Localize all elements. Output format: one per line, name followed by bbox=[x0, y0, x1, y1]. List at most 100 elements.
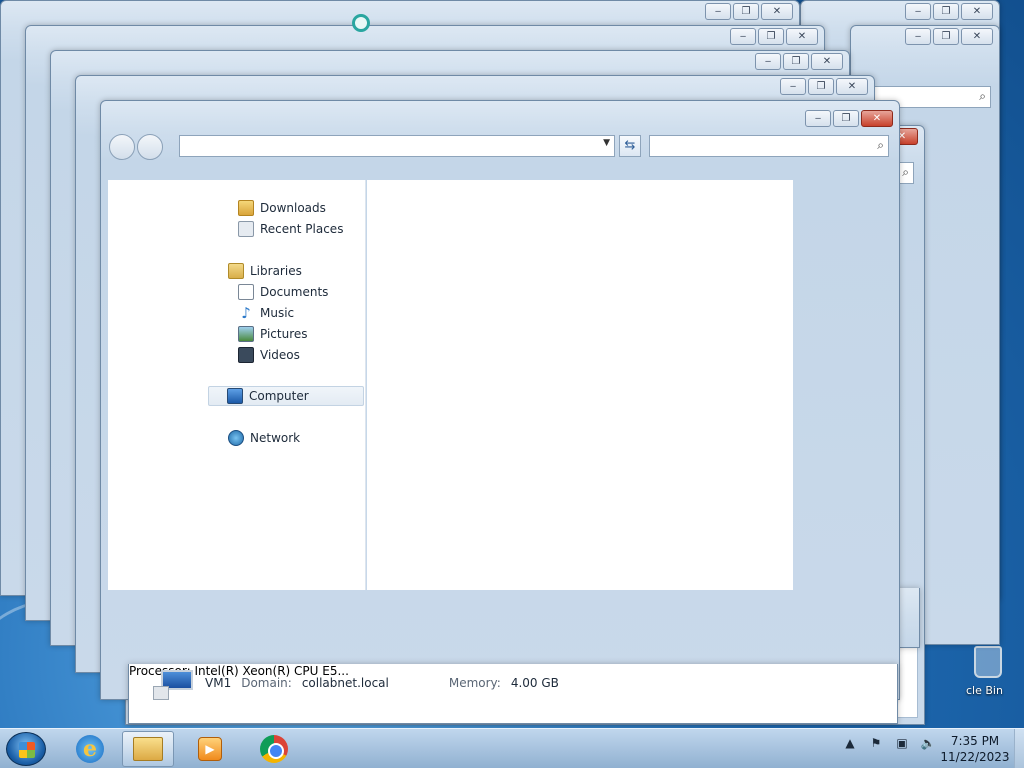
window-controls: ‒ ❐ ✕ bbox=[705, 3, 793, 20]
network-status-icon[interactable]: ▣ bbox=[894, 735, 910, 751]
pictures-icon bbox=[238, 326, 254, 342]
domain-label: Domain: bbox=[241, 676, 292, 690]
show-desktop-button[interactable] bbox=[1014, 729, 1024, 768]
nav-item-videos[interactable]: Videos bbox=[238, 345, 300, 365]
internet-explorer-icon: e bbox=[76, 735, 104, 763]
nav-item-pictures[interactable]: Pictures bbox=[238, 324, 308, 344]
back-button[interactable] bbox=[109, 134, 135, 160]
desktop: cle Bin ‒ ❐ ✕ ‒ ❐ ✕ ‒ ❐ ✕ ‒ ❐ ✕ ⌕ ‒ ❐ ✕ … bbox=[0, 0, 1024, 728]
network-icon bbox=[228, 430, 244, 446]
window-controls: ‒ ❐ ✕ bbox=[905, 3, 993, 20]
close-button[interactable]: ✕ bbox=[961, 3, 993, 20]
maximize-button[interactable]: ❐ bbox=[933, 28, 959, 45]
address-bar[interactable]: ▼ bbox=[179, 135, 615, 157]
maximize-button[interactable]: ❐ bbox=[808, 78, 834, 95]
nav-item-recent-places[interactable]: Recent Places bbox=[238, 219, 343, 239]
nav-item-documents[interactable]: Documents bbox=[238, 282, 328, 302]
taskbar-chrome[interactable] bbox=[248, 731, 300, 767]
recent-places-icon bbox=[238, 221, 254, 237]
computer-name: VM1 bbox=[205, 676, 232, 690]
minimize-button[interactable]: ‒ bbox=[905, 3, 931, 20]
forward-button[interactable] bbox=[137, 134, 163, 160]
start-button[interactable] bbox=[6, 732, 46, 766]
recycle-bin-icon bbox=[974, 646, 1002, 678]
memory-value: 4.00 GB bbox=[510, 676, 559, 690]
taskbar: e ▶ ▲ ⚑ ▣ 🔈 7:35 PM 11/22/2023 bbox=[0, 728, 1024, 768]
windows-logo-icon bbox=[19, 742, 35, 758]
window-controls: ‒ ❐ ✕ bbox=[755, 53, 843, 70]
minimize-button[interactable]: ‒ bbox=[780, 78, 806, 95]
libraries-icon bbox=[228, 263, 244, 279]
recycle-bin-label: cle Bin bbox=[966, 684, 1003, 697]
minimize-button[interactable]: ‒ bbox=[730, 28, 756, 45]
clock[interactable]: 7:35 PM 11/22/2023 bbox=[940, 733, 1010, 765]
details-strip-lower: VM1 Domain: collabnet.local Memory: 4.00… bbox=[128, 664, 898, 724]
maximize-button[interactable]: ❐ bbox=[783, 53, 809, 70]
recycle-bin[interactable]: cle Bin bbox=[960, 640, 1024, 710]
media-player-icon: ▶ bbox=[198, 737, 222, 761]
nav-item-label: Computer bbox=[249, 389, 309, 403]
clock-date: 11/22/2023 bbox=[940, 750, 1010, 764]
nav-item-label: Network bbox=[250, 431, 301, 445]
search-icon: ⌕ bbox=[877, 138, 884, 152]
memory-label: Memory: bbox=[448, 676, 501, 690]
windows-explorer-icon bbox=[133, 737, 163, 761]
window-controls: ‒ ❐ ✕ bbox=[905, 28, 993, 45]
maximize-button[interactable]: ❐ bbox=[933, 3, 959, 20]
address-dropdown-icon[interactable]: ▼ bbox=[603, 138, 610, 148]
nav-item-label: Downloads bbox=[260, 201, 326, 215]
busy-cursor-icon bbox=[352, 14, 370, 32]
videos-icon bbox=[238, 347, 254, 363]
minimize-button[interactable]: ‒ bbox=[755, 53, 781, 70]
nav-item-music[interactable]: ♪ Music bbox=[238, 303, 294, 323]
nav-item-label: Videos bbox=[260, 348, 300, 362]
show-hidden-icons-button[interactable]: ▲ bbox=[842, 735, 858, 751]
computer-icon bbox=[227, 388, 243, 404]
nav-item-label: Music bbox=[260, 306, 295, 320]
nav-item-network[interactable]: Network bbox=[228, 428, 300, 448]
system-tray: ▲ ⚑ ▣ 🔈 bbox=[842, 735, 936, 751]
downloads-folder-icon bbox=[238, 200, 254, 216]
navigation-pane: Downloads Recent Places Libraries Docume… bbox=[108, 180, 366, 590]
clock-time: 7:35 PM bbox=[950, 734, 1000, 748]
action-center-flag-icon[interactable]: ⚑ bbox=[868, 735, 884, 751]
computer-details: VM1 Domain: collabnet.local Memory: 4.00… bbox=[153, 668, 559, 700]
volume-muted-icon[interactable]: 🔈 bbox=[920, 735, 936, 751]
documents-icon bbox=[238, 284, 254, 300]
close-button[interactable]: ✕ bbox=[786, 28, 818, 45]
domain-value: collabnet.local bbox=[301, 676, 389, 690]
search-box[interactable]: ⌕ bbox=[649, 135, 889, 157]
search-icon: ⌕ bbox=[979, 89, 986, 103]
nav-item-downloads[interactable]: Downloads bbox=[238, 198, 326, 218]
nav-item-label: Documents bbox=[260, 285, 329, 299]
taskbar-media-player[interactable]: ▶ bbox=[184, 731, 236, 767]
maximize-button[interactable]: ❐ bbox=[733, 3, 759, 20]
close-button[interactable]: ✕ bbox=[836, 78, 868, 95]
refresh-button[interactable]: ⇆ bbox=[619, 135, 641, 157]
minimize-button[interactable]: ‒ bbox=[705, 3, 731, 20]
minimize-button[interactable]: ‒ bbox=[905, 28, 931, 45]
minimize-button[interactable]: ‒ bbox=[805, 110, 831, 127]
maximize-button[interactable]: ❐ bbox=[833, 110, 859, 127]
nav-item-label: Pictures bbox=[260, 327, 308, 341]
close-button[interactable]: ✕ bbox=[961, 28, 993, 45]
chrome-icon bbox=[260, 735, 288, 763]
window-controls: ‒ ❐ ✕ bbox=[730, 28, 818, 45]
maximize-button[interactable]: ❐ bbox=[758, 28, 784, 45]
nav-item-label: Libraries bbox=[250, 264, 302, 278]
taskbar-windows-explorer[interactable] bbox=[122, 731, 174, 767]
nav-item-computer[interactable]: Computer bbox=[208, 386, 364, 406]
search-icon: ⌕ bbox=[902, 165, 909, 179]
file-list-pane[interactable] bbox=[367, 180, 793, 590]
window-controls: ‒ ❐ ✕ bbox=[805, 110, 893, 127]
close-button[interactable]: ✕ bbox=[861, 110, 893, 127]
nav-item-label: Recent Places bbox=[260, 222, 344, 236]
close-button[interactable]: ✕ bbox=[761, 3, 793, 20]
window-controls: ‒ ❐ ✕ bbox=[780, 78, 868, 95]
navigation-buttons bbox=[109, 134, 163, 160]
close-button[interactable]: ✕ bbox=[811, 53, 843, 70]
taskbar-internet-explorer[interactable]: e bbox=[64, 731, 116, 767]
nav-item-libraries[interactable]: Libraries bbox=[228, 261, 302, 281]
music-icon: ♪ bbox=[241, 304, 251, 322]
computer-icon bbox=[153, 668, 195, 700]
